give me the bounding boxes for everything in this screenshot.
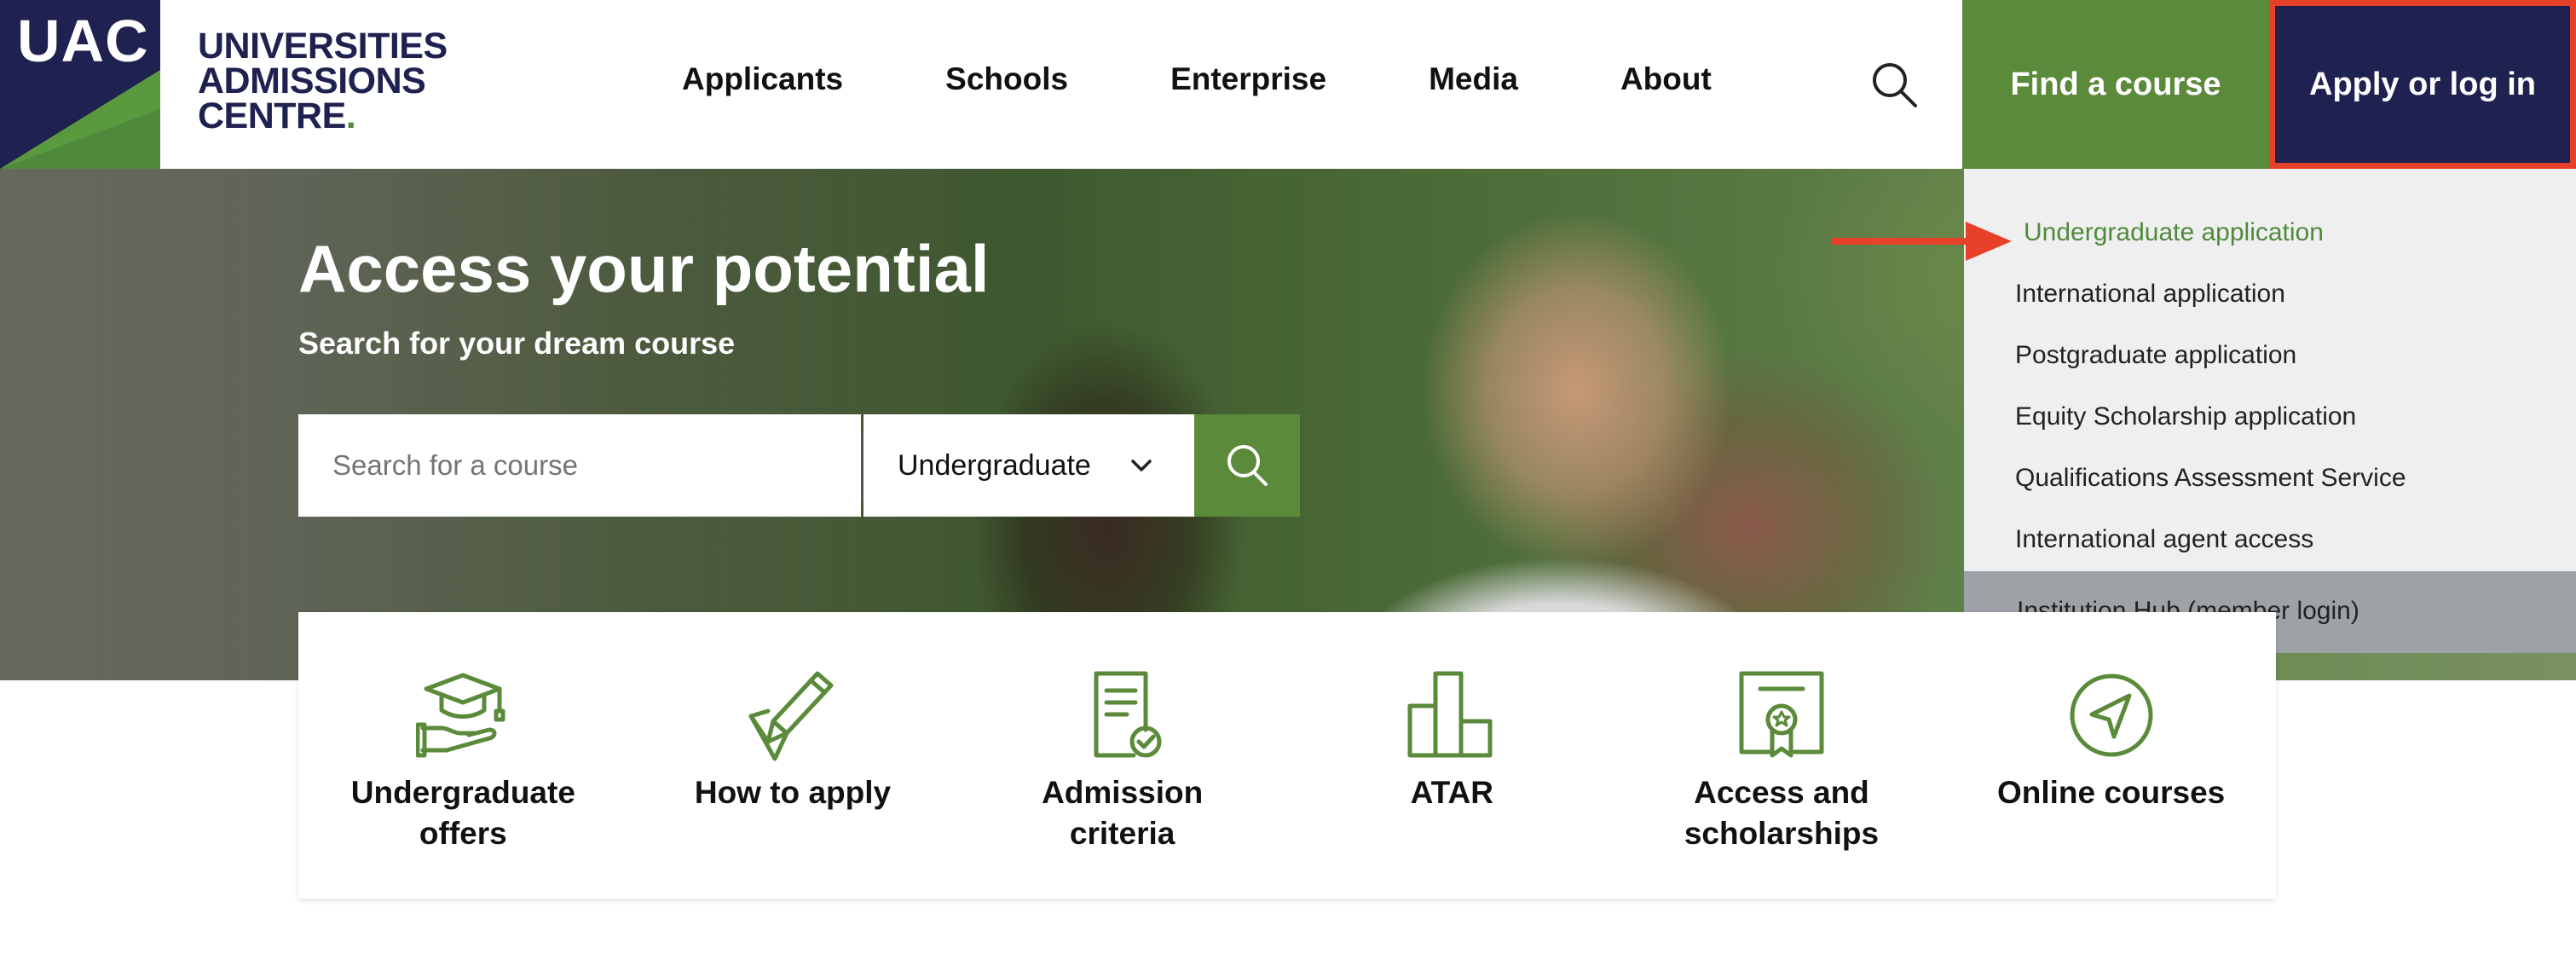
- nav-about[interactable]: About: [1620, 61, 1712, 97]
- search-icon: [1227, 445, 1268, 486]
- search-icon[interactable]: [1871, 61, 1919, 109]
- quick-link-label: ATAR: [1410, 775, 1493, 810]
- site-header: UAC UNIVERSITIES ADMISSIONS CENTRE. Appl…: [0, 0, 2576, 169]
- quick-link-atar[interactable]: ATAR: [1287, 612, 1617, 899]
- study-level-value: Undergraduate: [898, 448, 1091, 482]
- nav-media[interactable]: Media: [1429, 61, 1518, 97]
- graduation-cap-hand-icon: [416, 673, 505, 758]
- nav-schools[interactable]: Schools: [945, 61, 1068, 97]
- hero-title: Access your potential: [298, 231, 990, 306]
- main-nav: Applicants Schools Enterprise Media Abou…: [682, 61, 1712, 97]
- document-check-icon: [1094, 671, 1162, 758]
- quick-link-how-to-apply[interactable]: How to apply: [628, 612, 958, 899]
- logo-wordmark[interactable]: UNIVERSITIES ADMISSIONS CENTRE.: [198, 26, 448, 136]
- apply-dropdown-menu: Undergraduate application International …: [1964, 169, 2576, 653]
- logo-line-3: CENTRE.: [198, 95, 356, 136]
- quick-link-label: Online courses: [1996, 775, 2226, 810]
- study-level-select[interactable]: Undergraduate: [863, 414, 1194, 517]
- find-course-button[interactable]: Find a course: [1962, 0, 2269, 169]
- quick-link-access-and-scholarships[interactable]: Access and scholarships: [1617, 612, 1947, 899]
- logo-uac-text: UAC: [17, 8, 149, 74]
- dropdown-international-application[interactable]: International application: [2015, 280, 2285, 309]
- quick-link-label: Access and scholarships: [1684, 775, 1880, 851]
- quick-link-label: Undergraduate offers: [350, 775, 575, 851]
- dropdown-qualifications-assessment-service[interactable]: Qualifications Assessment Service: [2015, 464, 2406, 493]
- compass-icon: [2070, 673, 2153, 757]
- nav-applicants[interactable]: Applicants: [682, 61, 843, 97]
- dropdown-equity-scholarship-application[interactable]: Equity Scholarship application: [2015, 402, 2356, 431]
- hero-subtitle: Search for your dream course: [298, 326, 736, 361]
- uac-logo-mark[interactable]: UAC: [0, 0, 160, 169]
- quick-links-card: Undergraduate offers How to apply Admiss…: [298, 612, 2276, 899]
- dropdown-international-agent-access[interactable]: International agent access: [2015, 525, 2313, 554]
- course-search-button[interactable]: [1194, 414, 1300, 517]
- quick-link-undergraduate-offers[interactable]: Undergraduate offers: [298, 612, 628, 899]
- course-search-input[interactable]: [298, 414, 861, 517]
- nav-enterprise[interactable]: Enterprise: [1170, 61, 1326, 97]
- apply-or-login-button[interactable]: Apply or log in: [2269, 0, 2576, 169]
- pencil-icon: [748, 671, 834, 761]
- dropdown-undergraduate-application[interactable]: Undergraduate application: [2024, 218, 2324, 247]
- quick-link-label: How to apply: [694, 775, 892, 810]
- quick-link-online-courses[interactable]: Online courses: [1946, 612, 2276, 899]
- certificate-icon: [1739, 671, 1824, 758]
- quick-link-label: Admission criteria: [1042, 775, 1204, 851]
- logo-line-2: ADMISSIONS: [198, 61, 426, 101]
- course-search-bar: Undergraduate: [298, 414, 1300, 517]
- logo-line-1: UNIVERSITIES: [198, 26, 448, 66]
- annotation-arrow-icon: [1831, 222, 2012, 261]
- quick-link-admission-criteria[interactable]: Admission criteria: [957, 612, 1287, 899]
- chevron-down-icon: [1131, 460, 1152, 471]
- bar-chart-icon: [1407, 671, 1493, 758]
- dropdown-postgraduate-application[interactable]: Postgraduate application: [2015, 341, 2296, 370]
